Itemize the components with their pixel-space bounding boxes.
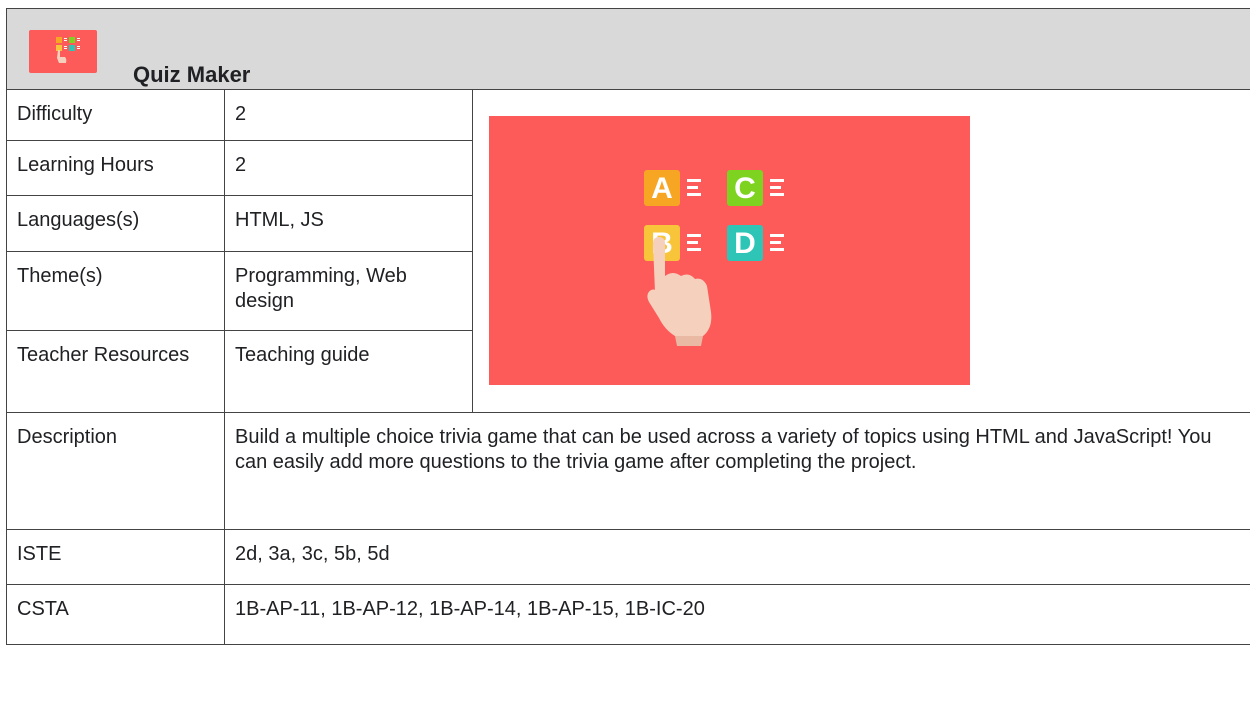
iste-value: 2d, 3a, 3c, 5b, 5d (224, 529, 1250, 585)
description-label: Description (6, 412, 225, 530)
project-info-table: Quiz Maker Difficulty 2 A C D Learning H… (6, 8, 1250, 645)
description-value: Build a multiple choice trivia game that… (224, 412, 1250, 530)
project-card: Quiz Maker Difficulty 2 A C D Learning H… (0, 0, 1250, 723)
iste-label: ISTE (6, 529, 225, 585)
learning-hours-value: 2 (224, 140, 473, 196)
svg-text:A: A (651, 172, 673, 205)
header-cell: Quiz Maker (6, 8, 1250, 90)
learning-hours-label: Learning Hours (6, 140, 225, 196)
difficulty-value: 2 (224, 89, 473, 141)
quiz-logo-icon (29, 30, 97, 73)
themes-value: Programming, Web design (224, 251, 473, 331)
languages-value: HTML, JS (224, 195, 473, 252)
themes-label: Theme(s) (6, 251, 225, 331)
quiz-hero-image: A C B D (489, 116, 970, 385)
table-row: ISTE 2d, 3a, 3c, 5b, 5d (6, 529, 1250, 585)
difficulty-label: Difficulty (6, 89, 225, 141)
table-row: CSTA 1B-AP-11, 1B-AP-12, 1B-AP-14, 1B-AP… (6, 584, 1250, 645)
svg-text:C: C (734, 172, 756, 205)
languages-label: Languages(s) (6, 195, 225, 252)
csta-value: 1B-AP-11, 1B-AP-12, 1B-AP-14, 1B-AP-15, … (224, 584, 1250, 645)
page-title: Quiz Maker (133, 62, 251, 87)
csta-label: CSTA (6, 584, 225, 645)
table-row: Description Build a multiple choice triv… (6, 412, 1250, 530)
teacher-resources-value: Teaching guide (224, 330, 473, 413)
table-row: Difficulty 2 A C B (6, 89, 1250, 413)
hero-image-cell: A C B D (472, 89, 1250, 413)
svg-text:D: D (734, 227, 756, 260)
teacher-resources-label: Teacher Resources (6, 330, 225, 413)
header-row: Quiz Maker (6, 8, 1250, 90)
